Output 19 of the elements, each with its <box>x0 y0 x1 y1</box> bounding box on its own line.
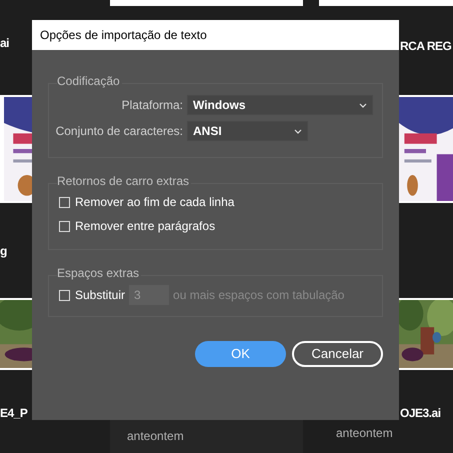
file-name: OJE3.ai <box>400 405 442 422</box>
chevron-icon <box>294 128 302 134</box>
file-name: ai <box>0 34 10 52</box>
dropdown[interactable]: ANSI <box>187 121 308 141</box>
checkbox[interactable] <box>59 196 70 208</box>
checkbox[interactable] <box>59 220 70 232</box>
file-date: anteontem <box>127 429 184 443</box>
cancel-button[interactable]: Cancelar <box>292 341 383 367</box>
field-label: Plataforma: <box>120 97 183 114</box>
checkbox-option[interactable]: Remover entre parágrafos <box>59 217 382 235</box>
file-date: anteontem <box>336 425 394 442</box>
field-label: Conjunto de caracteres: <box>54 123 183 140</box>
file-name: RCA REG <box>400 38 452 54</box>
dialog-title: Opções de importação de texto <box>40 27 207 44</box>
chevron-icon <box>359 102 367 108</box>
file-name: E4_P <box>0 405 28 422</box>
file-name: g <box>0 242 7 260</box>
dropdown[interactable]: Windows <box>187 95 373 115</box>
checkbox-option[interactable]: Remover ao fim de cada linha <box>59 193 382 211</box>
